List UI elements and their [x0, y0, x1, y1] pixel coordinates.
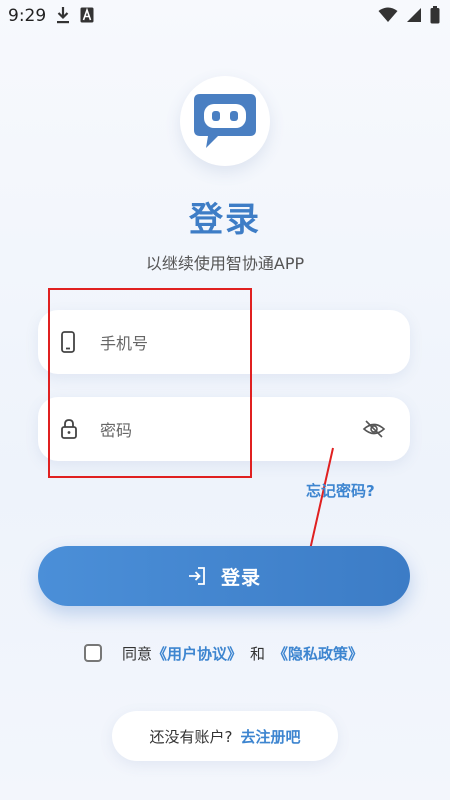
page-subtitle: 以继续使用智协通APP	[145, 254, 305, 273]
wifi-icon	[378, 7, 398, 22]
phone-input[interactable]	[98, 322, 362, 364]
login-button[interactable]: 登录	[38, 546, 410, 606]
agreement-and: 和	[250, 644, 266, 663]
lock-icon	[61, 419, 77, 439]
agreement-prefix: 同意	[122, 644, 153, 663]
page-title: 登录	[189, 200, 261, 240]
login-button-label: 登录	[220, 566, 261, 589]
status-icons-left	[56, 6, 94, 24]
eye-off-icon[interactable]	[362, 417, 386, 441]
agreement-checkbox[interactable]	[84, 644, 102, 662]
password-field[interactable]	[38, 397, 410, 461]
agreement-row: 同意 《用户协议》 和 《隐私政策》	[84, 642, 363, 664]
login-icon	[188, 567, 205, 585]
status-icons-right	[378, 6, 440, 24]
signal-icon	[407, 8, 421, 22]
forgot-password-link[interactable]: 忘记密码?	[306, 480, 375, 501]
status-time: 9:29	[8, 6, 47, 26]
app-logo	[180, 76, 270, 166]
phone-icon	[61, 331, 75, 353]
font-a-icon	[80, 7, 94, 23]
status-bar: 9:29	[0, 0, 450, 32]
register-prompt: 还没有账户?	[149, 727, 233, 746]
register-pill: 还没有账户? 去注册吧	[112, 711, 338, 761]
register-link[interactable]: 去注册吧	[240, 726, 300, 747]
privacy-policy-link[interactable]: 《隐私政策》	[273, 643, 363, 664]
password-input[interactable]	[98, 409, 362, 451]
user-agreement-link[interactable]: 《用户协议》	[152, 643, 242, 664]
battery-icon	[430, 6, 440, 24]
phone-field[interactable]	[38, 310, 410, 374]
chat-bot-icon	[194, 94, 256, 148]
download-icon	[57, 7, 69, 24]
